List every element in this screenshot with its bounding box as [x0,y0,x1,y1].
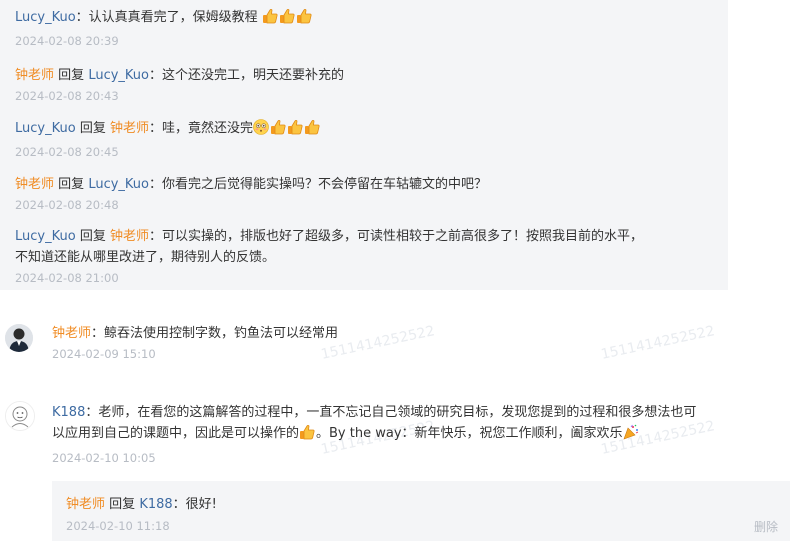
thumbs-up-icon [304,119,320,135]
comment-content-continued: 以应用到自己的课题中，因此是可以操作的 [52,426,300,441]
reply-author[interactable]: Lucy_Kuo [15,121,76,136]
comment-content: ：老师，在看您的这篇解答的过程中，一直不忘记自己领域的研究目标，发现您提到的过程… [85,405,697,420]
reply-item: Lucy_Kuo：认认真真看完了，保姆级教程 2024-02-08 20:39 [15,7,720,49]
reply-time: 2024-02-08 21:00 [15,271,119,285]
reply-item: 钟老师 回复 Lucy_Kuo：你看完之后觉得能实操吗？不会停留在车轱辘文的中吧… [15,174,720,213]
comment-item: 钟老师：鲸吞法使用控制字数，钓鱼法可以经常用 2024-02-09 15:10 [52,323,772,362]
reply-time: 2024-02-10 11:18 [66,519,170,533]
comment-time: 2024-02-10 10:05 [52,451,156,465]
comment-author[interactable]: K188 [52,405,85,420]
reply-word: 回复 [58,68,85,83]
reply-target[interactable]: 钟老师 [110,121,149,136]
thumbs-up-icon [279,8,295,24]
reply-target[interactable]: K188 [139,497,172,512]
reply-time: 2024-02-08 20:43 [15,89,119,103]
reply-author[interactable]: Lucy_Kuo [15,10,76,25]
thumbs-up-icon [262,8,278,24]
reply-word: 回复 [58,177,85,192]
reply-item: 钟老师 回复 Lucy_Kuo：这个还没完工，明天还要补充的 2024-02-0… [15,65,720,104]
reply-content-continued: 不知道还能从哪里改进了，期待别人的反馈。 [15,250,276,265]
sub-reply: 钟老师 回复 K188：很好! 2024-02-10 11:18 删除 [52,481,790,541]
reply-time: 2024-02-08 20:45 [15,145,119,159]
avatar[interactable] [5,324,33,352]
party-popper-icon [623,424,639,440]
reply-content: ：哇，竟然还没完 [148,121,253,136]
reply-author[interactable]: 钟老师 [66,497,105,512]
flushed-face-icon [253,119,269,135]
reply-content: ：可以实操的，排版也好了超级多，可读性相较于之前高很多了！按照我目前的水平， [148,229,643,244]
comment-item: K188：老师，在看您的这篇解答的过程中，一直不忘记自己领域的研究目标，发现您提… [52,402,787,466]
reply-word: 回复 [79,229,106,244]
reply-item: Lucy_Kuo 回复 钟老师：可以实操的，排版也好了超级多，可读性相较于之前高… [15,226,720,286]
comment-content: ：鲸吞法使用控制字数，钓鱼法可以经常用 [91,326,339,341]
avatar[interactable] [5,401,35,431]
reply-thread: Lucy_Kuo：认认真真看完了，保姆级教程 2024-02-08 20:39 … [0,0,728,290]
reply-target[interactable]: 钟老师 [110,229,149,244]
reply-time: 2024-02-08 20:39 [15,34,119,48]
reply-item: Lucy_Kuo 回复 钟老师：哇，竟然还没完 2024-02-08 20:45 [15,118,720,160]
thumbs-up-icon [299,424,315,440]
thumbs-up-icon [296,8,312,24]
reply-author[interactable]: Lucy_Kuo [15,229,76,244]
thumbs-up-icon [270,119,286,135]
reply-author[interactable]: 钟老师 [15,177,54,192]
comment-time: 2024-02-09 15:10 [52,347,156,361]
reply-target[interactable]: Lucy_Kuo [88,68,149,83]
thumbs-up-icon [287,119,303,135]
reply-content: ：你看完之后觉得能实操吗？不会停留在车轱辘文的中吧？ [148,177,487,192]
delete-button[interactable]: 删除 [754,518,778,535]
comment-content-continued: 。By the way：新年快乐，祝您工作顺利，阖家欢乐 [316,426,623,441]
reply-content: ：认认真真看完了，保姆级教程 [75,10,258,25]
reply-target[interactable]: Lucy_Kuo [88,177,149,192]
reply-word: 回复 [79,121,106,136]
reply-content: ：这个还没完工，明天还要补充的 [148,68,344,83]
reply-word: 回复 [109,497,136,512]
comment-author[interactable]: 钟老师 [52,326,91,341]
reply-author[interactable]: 钟老师 [15,68,54,83]
reply-content: ：很好! [172,497,217,512]
reply-time: 2024-02-08 20:48 [15,198,119,212]
